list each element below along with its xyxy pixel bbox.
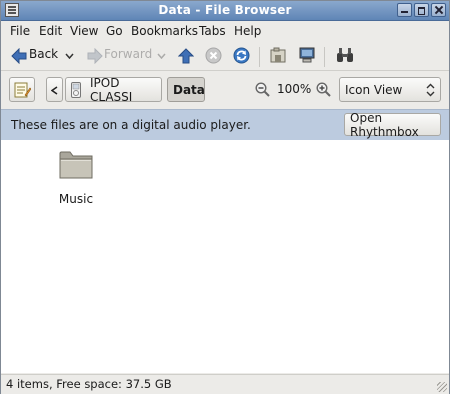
stop-icon[interactable] bbox=[205, 47, 222, 64]
forward-label: Forward bbox=[104, 47, 153, 61]
open-rhythmbox-label: Open Rhythmbox bbox=[350, 110, 419, 139]
file-view[interactable]: Music bbox=[1, 140, 449, 373]
menu-tabs[interactable]: Tabs bbox=[199, 24, 226, 38]
info-bar: These files are on a digital audio playe… bbox=[1, 109, 449, 141]
menu-file[interactable]: File bbox=[10, 24, 30, 38]
file-item-music[interactable]: Music bbox=[53, 148, 99, 208]
path-scroll-left-button[interactable] bbox=[46, 77, 63, 102]
forward-arrow-icon bbox=[87, 48, 103, 64]
window-title: Data - File Browser bbox=[158, 3, 292, 17]
menu-edit[interactable]: Edit bbox=[39, 24, 62, 38]
edit-note-icon bbox=[14, 82, 31, 98]
binoculars-search-icon[interactable] bbox=[336, 47, 354, 63]
location-bar: IPOD CLASSI Data 100% Icon View bbox=[1, 73, 449, 107]
toggle-location-entry-button[interactable] bbox=[9, 77, 35, 102]
file-item-label: Music bbox=[58, 192, 94, 206]
chevron-down-icon[interactable] bbox=[157, 53, 166, 59]
device-path-label: IPOD CLASSI bbox=[90, 75, 133, 104]
computer-icon[interactable] bbox=[298, 46, 316, 64]
back-label: Back bbox=[29, 47, 59, 61]
up-arrow-icon[interactable] bbox=[178, 48, 194, 64]
chevron-down-icon[interactable] bbox=[65, 53, 74, 59]
forward-button[interactable]: Forward bbox=[85, 44, 166, 68]
back-arrow-icon bbox=[11, 48, 27, 64]
status-text: 4 items, Free space: 37.5 GB bbox=[6, 377, 172, 391]
open-rhythmbox-button[interactable]: Open Rhythmbox bbox=[344, 110, 441, 139]
menu-bookmarks[interactable]: Bookmarks bbox=[131, 24, 198, 38]
select-arrows-icon bbox=[426, 83, 435, 97]
ipod-icon bbox=[71, 82, 81, 98]
chevron-left-icon bbox=[51, 86, 58, 95]
menu-go[interactable]: Go bbox=[106, 24, 123, 38]
toolbar-separator bbox=[324, 47, 325, 67]
info-message: These files are on a digital audio playe… bbox=[11, 118, 251, 132]
title-bar[interactable]: Data - File Browser bbox=[1, 1, 449, 21]
menu-bar: File Edit View Go Bookmarks Tabs Help bbox=[1, 21, 449, 41]
minimize-button[interactable] bbox=[397, 3, 412, 17]
toolbar: Back Forward bbox=[1, 42, 449, 71]
close-window-button[interactable] bbox=[431, 3, 446, 17]
resize-grip[interactable] bbox=[437, 382, 447, 392]
reload-icon[interactable] bbox=[233, 47, 250, 64]
path-button-device[interactable]: IPOD CLASSI bbox=[65, 75, 162, 104]
maximize-button[interactable] bbox=[414, 3, 429, 17]
back-button[interactable]: Back bbox=[7, 44, 77, 68]
zoom-out-icon[interactable] bbox=[255, 82, 270, 97]
zoom-in-icon[interactable] bbox=[316, 82, 331, 97]
home-icon[interactable] bbox=[269, 46, 287, 64]
path-button-current[interactable]: Data bbox=[167, 77, 205, 102]
menu-help[interactable]: Help bbox=[234, 24, 261, 38]
folder-icon bbox=[59, 151, 93, 179]
menu-view[interactable]: View bbox=[70, 24, 98, 38]
current-path-label: Data bbox=[173, 82, 205, 97]
status-bar: 4 items, Free space: 37.5 GB bbox=[1, 374, 449, 394]
file-browser-window: Data - File Browser File Edit View Go Bo… bbox=[0, 0, 450, 394]
view-mode-value: Icon View bbox=[345, 82, 403, 97]
toolbar-separator bbox=[259, 47, 260, 67]
view-mode-select[interactable]: Icon View bbox=[339, 77, 441, 102]
zoom-level: 100% bbox=[277, 82, 312, 96]
